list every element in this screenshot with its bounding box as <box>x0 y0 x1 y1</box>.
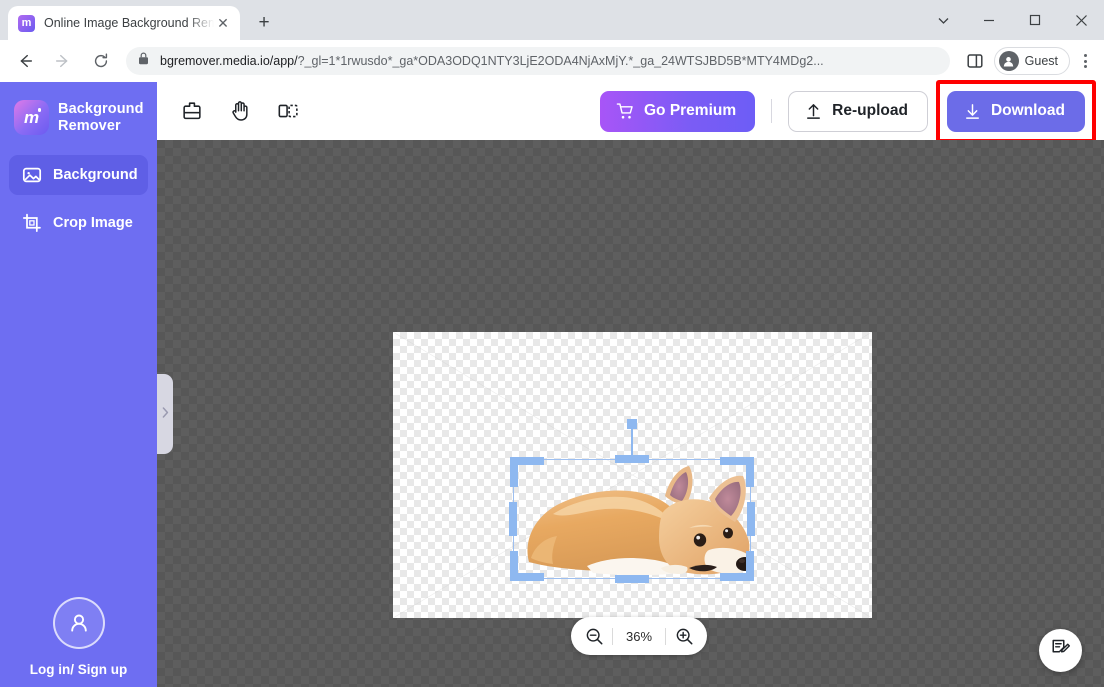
handle-bottom-left-h[interactable] <box>510 573 544 581</box>
handle-bottom-right-h[interactable] <box>720 573 754 581</box>
sidebar: m Background Remover Background Crop Ima… <box>0 82 157 687</box>
chevron-right-icon <box>162 407 169 421</box>
sidebar-nav: Background Crop Image <box>0 155 157 251</box>
app-root: m Background Remover Background Crop Ima… <box>0 79 1104 687</box>
handle-middle-left[interactable] <box>509 502 517 536</box>
download-button[interactable]: Download <box>946 90 1085 132</box>
media-io-favicon: m <box>18 14 35 32</box>
feedback-button[interactable] <box>1039 629 1082 672</box>
upload-icon <box>804 102 823 121</box>
profile-chip[interactable]: Guest <box>993 47 1070 75</box>
brand-name-line2: Remover <box>58 117 121 134</box>
sidebar-item-label: Background <box>53 167 138 183</box>
zoom-out-icon[interactable] <box>579 621 609 651</box>
zoom-divider-left <box>612 627 613 645</box>
image-icon <box>21 165 42 186</box>
zoom-in-icon[interactable] <box>669 621 699 651</box>
rotate-handle[interactable] <box>627 419 637 429</box>
editor-toolbar: Go Premium Re-upload Download <box>157 79 1104 143</box>
sidebar-item-crop-image[interactable]: Crop Image <box>9 203 148 243</box>
eraser-tool-icon[interactable] <box>175 94 209 128</box>
minimize-icon[interactable] <box>966 0 1012 40</box>
download-label: Download <box>990 102 1065 119</box>
reload-icon[interactable] <box>86 46 116 76</box>
sidebar-item-background[interactable]: Background <box>9 155 148 195</box>
panel-toggle-handle[interactable] <box>157 374 173 454</box>
profile-label: Guest <box>1024 54 1058 68</box>
browser-tab[interactable]: m Online Image Background Rem ✕ <box>8 6 240 40</box>
handle-top-center[interactable] <box>615 455 649 463</box>
brand-logo-letter: m <box>23 108 40 127</box>
handle-top-left-h[interactable] <box>510 457 544 465</box>
url-text: bgremover.media.io/app/?_gl=1*1rwusdo*_g… <box>160 54 824 68</box>
sidebar-item-label: Crop Image <box>53 215 133 231</box>
forward-arrow-icon[interactable] <box>48 46 78 76</box>
tab-title: Online Image Background Rem <box>44 16 214 30</box>
go-premium-button[interactable]: Go Premium <box>599 90 756 132</box>
brand-logo-icon: m <box>14 100 49 135</box>
cart-icon <box>616 102 635 121</box>
zoom-control: 36% <box>571 617 707 655</box>
three-dot-menu-icon[interactable] <box>1072 47 1098 75</box>
selection-box[interactable] <box>509 419 755 583</box>
close-icon[interactable]: ✕ <box>214 14 232 32</box>
handle-bottom-center[interactable] <box>615 575 649 583</box>
zoom-divider-right <box>665 627 666 645</box>
toolbar-right-cluster: Guest <box>956 47 1098 75</box>
download-button-wrapper: Download <box>935 79 1096 143</box>
new-tab-button[interactable]: + <box>250 9 278 37</box>
go-premium-label: Go Premium <box>643 102 737 119</box>
url-query: ?_gl=1*1rwusdo*_ga*ODA3ODQ1NTY3LjE2ODA4N… <box>297 54 824 68</box>
zoom-value[interactable]: 36% <box>616 629 662 644</box>
login-signup-label: Log in/ Sign up <box>29 662 128 677</box>
re-upload-label: Re-upload <box>832 102 908 119</box>
login-signup[interactable]: Log in/ Sign up <box>0 597 157 677</box>
back-arrow-icon[interactable] <box>10 46 40 76</box>
brand-name-line1: Background <box>58 100 144 117</box>
artboard[interactable] <box>393 332 872 618</box>
brand-name: Background Remover <box>58 101 144 134</box>
browser-window: m Online Image Background Rem ✕ + bgremo… <box>0 0 1104 687</box>
browser-tab-strip: m Online Image Background Rem ✕ + <box>0 0 1104 40</box>
brand: m Background Remover <box>0 82 157 135</box>
selection-border <box>513 459 751 579</box>
lock-icon <box>138 52 151 70</box>
re-upload-button[interactable]: Re-upload <box>788 90 928 132</box>
window-close-icon[interactable] <box>1058 0 1104 40</box>
maximize-icon[interactable] <box>1012 0 1058 40</box>
side-panel-icon[interactable] <box>962 48 988 74</box>
handle-middle-right[interactable] <box>747 502 755 536</box>
user-avatar-icon <box>52 597 105 649</box>
favicon-letter: m <box>21 16 32 29</box>
url-main: bgremover.media.io/app/ <box>160 54 298 68</box>
toolbar-divider <box>771 99 773 123</box>
editor-canvas[interactable]: 36% <box>157 140 1104 687</box>
crop-icon <box>21 213 42 234</box>
person-icon <box>998 51 1019 71</box>
compare-tool-icon[interactable] <box>271 94 305 128</box>
download-icon <box>963 102 982 121</box>
main-area: Go Premium Re-upload Download 36% <box>157 79 1104 687</box>
brand-logo-dot <box>37 108 41 112</box>
window-controls <box>920 0 1104 40</box>
handle-top-right-h[interactable] <box>720 457 754 465</box>
hand-tool-icon[interactable] <box>223 94 257 128</box>
browser-toolbar: bgremover.media.io/app/?_gl=1*1rwusdo*_g… <box>0 40 1104 82</box>
chevron-down-icon[interactable] <box>920 0 966 40</box>
feedback-note-icon <box>1050 638 1071 664</box>
address-bar[interactable]: bgremover.media.io/app/?_gl=1*1rwusdo*_g… <box>126 47 950 75</box>
